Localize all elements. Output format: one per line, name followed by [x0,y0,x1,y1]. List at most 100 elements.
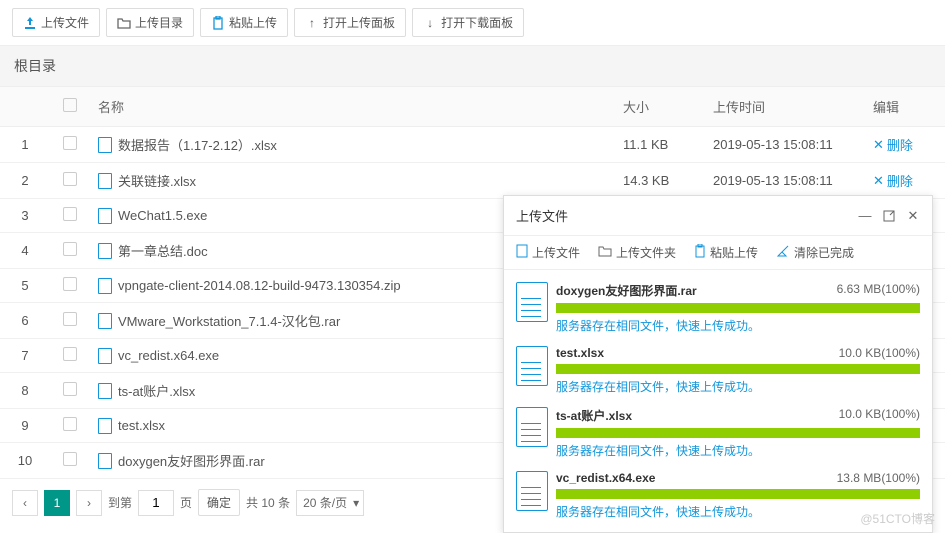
row-index: 5 [0,269,50,303]
pager-per-page-select[interactable]: 20 条/页▾ [296,490,364,516]
arrow-down-icon: ↓ [423,16,437,30]
broom-icon [776,244,790,261]
minimize-icon[interactable]: — [858,209,872,223]
file-icon [98,418,112,434]
delete-link[interactable]: ✕删除 [873,171,913,190]
progress-bar [556,303,920,313]
upload-file-size: 10.0 KB(100%) [839,407,920,424]
file-name[interactable]: ts-at账户.xlsx [118,381,195,400]
upload-item: ts-at账户.xlsx10.0 KB(100%)服务器存在相同文件，快速上传成… [516,401,920,465]
upload-file-label: 上传文件 [41,14,89,31]
expand-icon[interactable] [882,209,896,223]
clipboard-icon [694,244,706,261]
pager-goto-input[interactable] [138,490,174,516]
table-row: 2关联链接.xlsx14.3 KB2019-05-13 15:08:11✕删除 [0,163,945,199]
row-checkbox[interactable] [63,452,77,466]
row-index: 6 [0,303,50,339]
file-name[interactable]: 关联链接.xlsx [118,171,196,190]
folder-icon [117,16,131,30]
row-checkbox[interactable] [63,347,77,361]
progress-bar [556,364,920,374]
upload-icon [23,16,37,30]
clipboard-icon [211,16,225,30]
open-upload-panel-button[interactable]: ↑ 打开上传面板 [294,8,406,37]
pager-page-1[interactable]: 1 [44,490,70,516]
row-checkbox[interactable] [63,277,77,291]
file-icon [98,383,112,399]
file-name[interactable]: vc_redist.x64.exe [118,348,219,363]
tab-upload-file[interactable]: 上传文件 [516,244,580,261]
row-index: 4 [0,233,50,269]
file-icon [98,278,112,294]
upload-panel-tabs: 上传文件 上传文件夹 粘贴上传 清除已完成 [504,236,932,270]
col-name[interactable]: 名称 [90,87,615,127]
file-icon [516,244,528,261]
paste-upload-label: 粘贴上传 [229,14,277,31]
pager-prev[interactable]: ‹ [12,490,38,516]
file-name[interactable]: WeChat1.5.exe [118,208,207,223]
arrow-up-icon: ↑ [305,16,319,30]
pager-next[interactable]: › [76,490,102,516]
upload-message: 服务器存在相同文件，快速上传成功。 [556,378,920,395]
row-checkbox[interactable] [63,136,77,150]
row-checkbox[interactable] [63,312,77,326]
file-icon [98,243,112,259]
progress-bar [556,489,920,499]
open-upload-panel-label: 打开上传面板 [323,14,395,31]
file-size: 14.3 KB [615,163,705,199]
upload-panel: 上传文件 — ✕ 上传文件 上传文件夹 粘贴上传 清除已完成 doxygen友好… [503,195,933,533]
row-index: 2 [0,163,50,199]
row-index: 10 [0,443,50,479]
file-name[interactable]: doxygen友好图形界面.rar [118,451,265,470]
close-icon[interactable]: ✕ [906,209,920,223]
file-name[interactable]: 第一章总结.doc [118,241,208,260]
file-icon [516,282,548,322]
file-time: 2019-05-13 15:08:11 [705,127,865,163]
paste-upload-button[interactable]: 粘贴上传 [200,8,288,37]
upload-file-name: test.xlsx [556,346,604,360]
upload-file-size: 10.0 KB(100%) [839,346,920,360]
col-edit: 编辑 [865,87,945,127]
col-time[interactable]: 上传时间 [705,87,865,127]
pager-confirm-button[interactable]: 确定 [198,489,240,516]
file-name[interactable]: test.xlsx [118,418,165,433]
row-checkbox[interactable] [63,417,77,431]
file-name[interactable]: VMware_Workstation_7.1.4-汉化包.rar [118,311,340,330]
tab-paste-upload[interactable]: 粘贴上传 [694,244,758,261]
toolbar: 上传文件 上传目录 粘贴上传 ↑ 打开上传面板 ↓ 打开下载面板 [0,0,945,45]
upload-file-button[interactable]: 上传文件 [12,8,100,37]
pager-total: 共 10 条 [246,494,290,511]
row-index: 1 [0,127,50,163]
upload-item: test.xlsx 10.0 KB(100%) 服务器存在相同文件，快速上传成功。 [516,340,920,401]
upload-file-size: 13.8 MB(100%) [837,471,920,485]
upload-dir-button[interactable]: 上传目录 [106,8,194,37]
breadcrumb[interactable]: 根目录 [0,45,945,87]
close-icon: ✕ [873,173,884,189]
file-icon [98,208,112,224]
row-index: 9 [0,409,50,443]
col-index [0,87,50,127]
checkbox-all[interactable] [63,98,77,112]
file-name[interactable]: vpngate-client-2014.08.12-build-9473.130… [118,278,401,293]
row-checkbox[interactable] [63,242,77,256]
col-size[interactable]: 大小 [615,87,705,127]
upload-dir-label: 上传目录 [135,14,183,31]
tab-upload-folder[interactable]: 上传文件夹 [598,244,676,261]
file-icon [516,471,548,511]
row-checkbox[interactable] [63,207,77,221]
file-icon [516,407,548,447]
file-name[interactable]: 数据报告（1.17-2.12）.xlsx [118,135,277,154]
file-icon [98,348,112,364]
upload-file-size: 6.63 MB(100%) [837,282,920,299]
tab-clear-done[interactable]: 清除已完成 [776,244,854,261]
file-icon [516,346,548,386]
table-row: 1数据报告（1.17-2.12）.xlsx11.1 KB2019-05-13 1… [0,127,945,163]
row-checkbox[interactable] [63,172,77,186]
delete-link[interactable]: ✕删除 [873,135,913,154]
upload-file-name: doxygen友好图形界面.rar [556,282,697,299]
upload-message: 服务器存在相同文件，快速上传成功。 [556,442,920,459]
file-icon [98,313,112,329]
folder-icon [598,245,612,260]
open-download-panel-button[interactable]: ↓ 打开下载面板 [412,8,524,37]
row-checkbox[interactable] [63,382,77,396]
